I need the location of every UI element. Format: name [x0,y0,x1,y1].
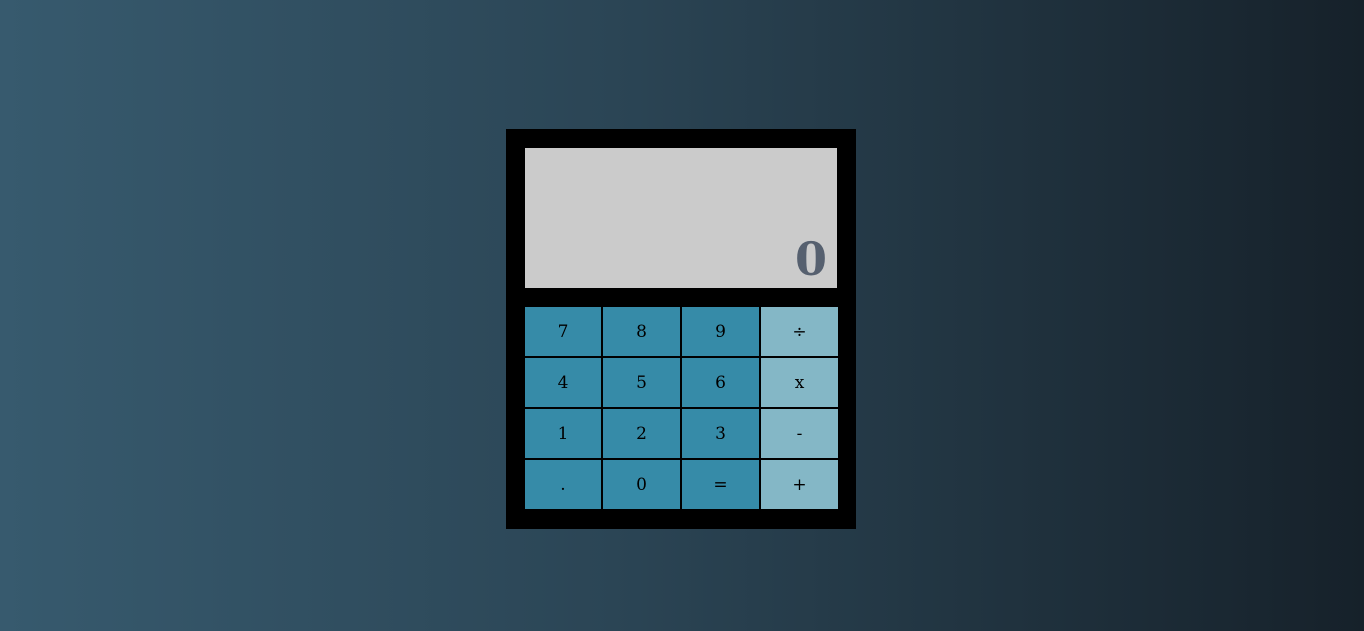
key-6[interactable]: 6 [682,358,759,407]
key-5[interactable]: 5 [603,358,680,407]
key-subtract[interactable]: - [761,409,838,458]
calculator: 0 7 8 9 ÷ 4 5 6 x 1 2 3 - . 0 = + [506,129,856,529]
key-divide[interactable]: ÷ [761,307,838,356]
calculator-display: 0 [525,148,837,288]
display-value: 0 [794,232,827,286]
key-decimal[interactable]: . [525,460,601,509]
key-2[interactable]: 2 [603,409,680,458]
key-3[interactable]: 3 [682,409,759,458]
key-7[interactable]: 7 [525,307,601,356]
key-multiply[interactable]: x [761,358,838,407]
key-8[interactable]: 8 [603,307,680,356]
key-1[interactable]: 1 [525,409,601,458]
key-9[interactable]: 9 [682,307,759,356]
key-add[interactable]: + [761,460,838,509]
key-equals[interactable]: = [682,460,759,509]
key-0[interactable]: 0 [603,460,680,509]
key-4[interactable]: 4 [525,358,601,407]
keypad: 7 8 9 ÷ 4 5 6 x 1 2 3 - . 0 = + [525,307,838,509]
